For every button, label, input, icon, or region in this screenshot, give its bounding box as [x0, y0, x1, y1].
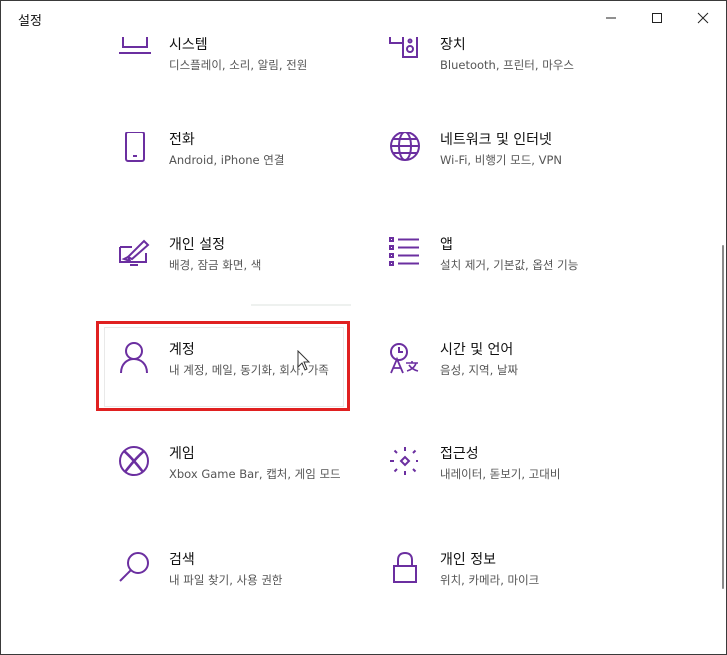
- tile-desc: Xbox Game Bar, 캡처, 게임 모드: [169, 467, 341, 481]
- search-icon: [118, 552, 152, 586]
- title-bar: 설정: [1, 1, 726, 35]
- tile-desc: Android, iPhone 연결: [169, 153, 285, 167]
- close-button[interactable]: [680, 1, 726, 35]
- tile-title: 전화: [169, 132, 195, 148]
- tile-privacy[interactable]: 개인 정보 위치, 카메라, 마이크: [389, 552, 649, 638]
- devices-icon: [389, 37, 423, 71]
- laptop-icon: [118, 37, 152, 71]
- tile-system[interactable]: 시스템 디스플레이, 소리, 알림, 전원: [118, 37, 378, 123]
- tile-personalization[interactable]: 개인 설정 배경, 잠금 화면, 색: [118, 237, 378, 323]
- tile-apps[interactable]: 앱 설치 제거, 기본값, 옵션 기능: [389, 237, 649, 323]
- highlight-box: [96, 321, 350, 411]
- tile-title: 장치: [440, 37, 466, 53]
- tile-time-language[interactable]: 시간 및 언어 음성, 지역, 날짜: [389, 342, 649, 428]
- tile-title: 앱: [440, 237, 453, 253]
- phone-icon: [118, 132, 152, 166]
- mouse-cursor-icon: [297, 350, 311, 371]
- maximize-icon: [652, 13, 662, 23]
- tile-desc: 위치, 카메라, 마이크: [440, 573, 540, 587]
- tile-network[interactable]: 네트워크 및 인터넷 Wi-Fi, 비행기 모드, VPN: [389, 132, 649, 218]
- close-icon: [697, 12, 709, 24]
- minimize-button[interactable]: [588, 1, 634, 35]
- tile-search[interactable]: 검색 내 파일 찾기, 사용 권한: [118, 552, 378, 638]
- tile-phone[interactable]: 전화 Android, iPhone 연결: [118, 132, 378, 218]
- tile-title: 네트워크 및 인터넷: [440, 132, 552, 148]
- scrollbar[interactable]: [722, 245, 724, 589]
- accessibility-icon: [389, 446, 423, 480]
- tile-gaming[interactable]: 게임 Xbox Game Bar, 캡처, 게임 모드: [118, 446, 378, 532]
- tile-desc: 음성, 지역, 날짜: [440, 363, 519, 377]
- tile-desc: 배경, 잠금 화면, 색: [169, 258, 262, 272]
- window-title: 설정: [18, 14, 42, 29]
- tile-accessibility[interactable]: 접근성 내레이터, 돋보기, 고대비: [389, 446, 649, 532]
- tile-title: 개인 설정: [169, 237, 225, 253]
- personalization-icon: [118, 237, 152, 271]
- tile-desc: Wi-Fi, 비행기 모드, VPN: [440, 153, 563, 167]
- maximize-button[interactable]: [634, 1, 680, 35]
- tile-title: 검색: [169, 552, 195, 568]
- time-language-icon: [389, 342, 423, 376]
- lock-icon: [389, 552, 423, 586]
- tile-title: 접근성: [440, 446, 479, 462]
- xbox-icon: [118, 446, 152, 480]
- apps-list-icon: [389, 237, 423, 271]
- tile-title: 시간 및 언어: [440, 342, 514, 358]
- tile-title: 개인 정보: [440, 552, 496, 568]
- tile-title: 시스템: [169, 37, 208, 53]
- tile-desc: 내레이터, 돋보기, 고대비: [440, 467, 561, 481]
- settings-window: 시스템 디스플레이, 소리, 알림, 전원 장치 Bluetooth, 프린터,…: [0, 0, 727, 655]
- tile-desc: Bluetooth, 프린터, 마우스: [440, 58, 574, 72]
- minimize-icon: [606, 17, 616, 19]
- tile-title: 게임: [169, 446, 195, 462]
- tile-desc: 디스플레이, 소리, 알림, 전원: [169, 58, 308, 72]
- globe-icon: [389, 132, 423, 166]
- tile-desc: 설치 제거, 기본값, 옵션 기능: [440, 258, 579, 272]
- tile-desc: 내 파일 찾기, 사용 권한: [169, 573, 283, 587]
- divider: [251, 304, 351, 306]
- tile-devices[interactable]: 장치 Bluetooth, 프린터, 마우스: [389, 37, 649, 123]
